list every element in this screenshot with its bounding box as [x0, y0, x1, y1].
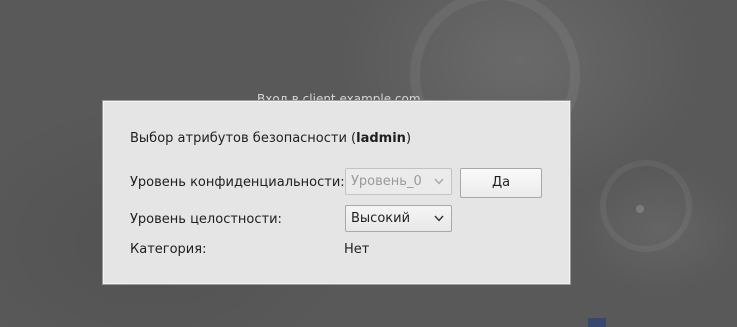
category-label: Категория:	[130, 242, 207, 257]
wallpaper-shape	[600, 160, 692, 252]
security-attributes-dialog: Выбор атрибутов безопасности (ladmin) Ур…	[103, 101, 570, 284]
confidentiality-select[interactable]: Уровень_0	[345, 168, 452, 195]
confidentiality-select-value: Уровень_0	[351, 174, 422, 189]
chevron-down-icon	[434, 178, 444, 185]
ok-button[interactable]: Да	[460, 168, 542, 198]
dialog-title: Выбор атрибутов безопасности (ladmin)	[130, 131, 411, 146]
confidentiality-label: Уровень конфиденциальности:	[130, 175, 345, 190]
taskbar-fragment	[588, 318, 606, 327]
integrity-select-value: Высокий	[351, 211, 411, 226]
dialog-title-user: ladmin	[356, 131, 406, 146]
category-value: Нет	[344, 242, 370, 257]
chevron-down-icon	[434, 215, 444, 222]
wallpaper-dot	[636, 205, 644, 213]
dialog-title-prefix: Выбор атрибутов безопасности (	[130, 131, 357, 146]
dialog-title-suffix: )	[405, 131, 412, 146]
integrity-label: Уровень целостности:	[130, 212, 282, 227]
integrity-select[interactable]: Высокий	[345, 205, 452, 232]
